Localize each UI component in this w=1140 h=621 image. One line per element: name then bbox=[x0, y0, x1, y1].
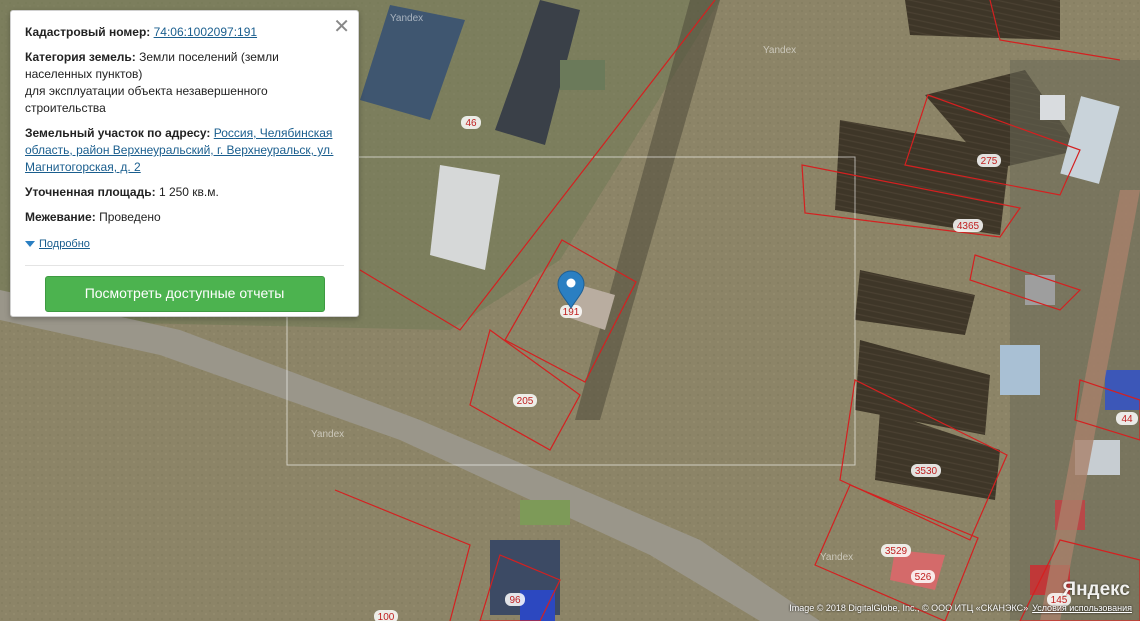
map-watermark: Yandex bbox=[390, 13, 423, 24]
svg-text:4365: 4365 bbox=[957, 221, 980, 232]
area-label: Уточненная площадь: bbox=[25, 185, 156, 199]
parcel-label-275[interactable]: 275 bbox=[977, 154, 1001, 167]
parcel-label-3529[interactable]: 3529 bbox=[881, 544, 911, 557]
parcel-info-popup: ✕ Кадастровый номер: 74:06:1002097:191 К… bbox=[10, 10, 359, 317]
svg-text:96: 96 bbox=[509, 595, 521, 606]
copyright-text: Image © 2018 DigitalGlobe, Inc., © ООО И… bbox=[789, 603, 1029, 613]
cadastral-number-label: Кадастровый номер: bbox=[25, 25, 151, 39]
building-roof bbox=[1000, 345, 1040, 395]
close-icon[interactable]: ✕ bbox=[333, 15, 350, 37]
land-use-value: для эксплуатации объекта незавершенного … bbox=[25, 84, 268, 115]
survey-value: Проведено bbox=[99, 210, 161, 224]
parcel-label-205[interactable]: 205 bbox=[513, 394, 537, 407]
address-row: Земельный участок по адресу: Россия, Чел… bbox=[25, 125, 344, 176]
building-roof bbox=[1025, 275, 1055, 305]
parcel-label-96[interactable]: 96 bbox=[505, 593, 525, 606]
address-label: Земельный участок по адресу: bbox=[25, 126, 211, 140]
svg-text:205: 205 bbox=[517, 396, 534, 407]
svg-text:275: 275 bbox=[981, 156, 998, 167]
triangle-down-icon bbox=[25, 240, 35, 247]
land-category-label: Категория земель: bbox=[25, 50, 136, 64]
cadastral-number-link[interactable]: 74:06:1002097:191 bbox=[154, 25, 257, 39]
svg-text:191: 191 bbox=[563, 307, 580, 318]
area-row: Уточненная площадь: 1 250 кв.м. bbox=[25, 184, 344, 201]
land-category-row: Категория земель: Земли поселений (земли… bbox=[25, 49, 344, 117]
building-roof bbox=[1040, 95, 1065, 120]
survey-label: Межевание: bbox=[25, 210, 96, 224]
cadastral-number-row: Кадастровый номер: 74:06:1002097:191 bbox=[25, 24, 344, 41]
green-patch bbox=[520, 500, 570, 525]
svg-text:46: 46 bbox=[465, 118, 477, 129]
building-roof bbox=[520, 590, 555, 621]
details-toggle[interactable]: Подробно bbox=[25, 234, 344, 253]
details-link[interactable]: Подробно bbox=[39, 236, 90, 253]
map-copyright: Image © 2018 DigitalGlobe, Inc., © ООО И… bbox=[789, 603, 1132, 613]
terms-link[interactable]: Условия использования bbox=[1032, 603, 1132, 613]
svg-text:3530: 3530 bbox=[915, 466, 938, 477]
view-reports-button[interactable]: Посмотреть доступные отчеты bbox=[44, 276, 325, 312]
parcel-label-100[interactable]: 100 bbox=[374, 610, 398, 621]
map-watermark: Yandex bbox=[763, 45, 796, 56]
survey-row: Межевание: Проведено bbox=[25, 209, 344, 226]
area-value: 1 250 кв.м. bbox=[158, 185, 219, 199]
parking bbox=[560, 60, 605, 90]
svg-text:44: 44 bbox=[1121, 414, 1133, 425]
svg-text:526: 526 bbox=[915, 572, 932, 583]
parcel-label-46[interactable]: 46 bbox=[461, 116, 481, 129]
svg-text:100: 100 bbox=[378, 612, 395, 621]
yandex-logo: Яндекс bbox=[1062, 579, 1130, 600]
parcel-label-3530[interactable]: 3530 bbox=[911, 464, 941, 477]
parcel-label-44[interactable]: 44 bbox=[1116, 412, 1138, 425]
plowed-field bbox=[905, 0, 1060, 40]
parcel-label-526[interactable]: 526 bbox=[911, 570, 935, 583]
map-watermark: Yandex bbox=[311, 429, 344, 440]
svg-text:3529: 3529 bbox=[885, 546, 908, 557]
parcel-label-4365[interactable]: 4365 bbox=[953, 219, 983, 232]
divider bbox=[25, 265, 344, 266]
map-watermark: Yandex bbox=[820, 552, 853, 563]
